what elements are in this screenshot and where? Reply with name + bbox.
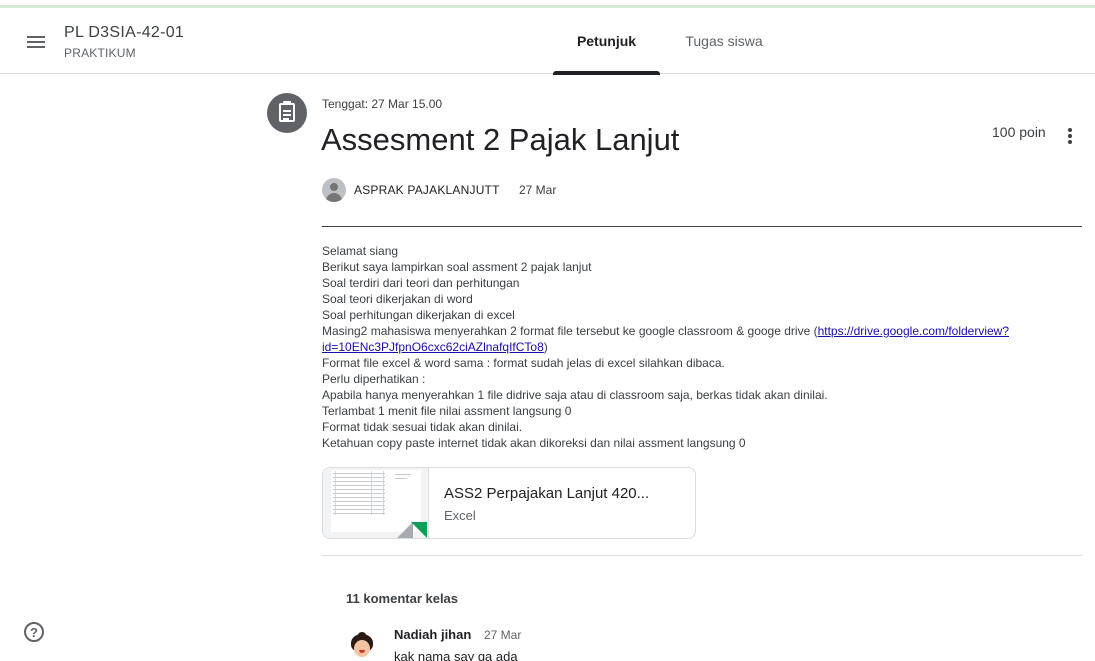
spreadsheet-thumbnail [323, 468, 429, 538]
header-divider [322, 226, 1082, 227]
description-line: Terlambat 1 menit file nilai assment lan… [322, 404, 572, 418]
author-name: ASPRAK PAJAKLANJUTT [354, 183, 500, 197]
description-line: Soal perhitungan dikerjakan di excel [322, 308, 515, 322]
attachment-type: Excel [444, 508, 476, 523]
assignment-title: Assesment 2 Pajak Lanjut [321, 122, 680, 157]
description-line: Berikut saya lampirkan soal assment 2 pa… [322, 260, 592, 274]
description-line: Ketahuan copy paste internet tidak akan … [322, 436, 746, 450]
browser-top-strip [0, 0, 1095, 8]
link-suffix: ) [543, 340, 548, 354]
points: 100 poin [992, 124, 1046, 140]
description-line: Soal teori dikerjakan di word [322, 292, 473, 306]
menu-icon[interactable] [22, 28, 50, 56]
comment-date: 27 Mar [484, 628, 522, 642]
attachment-card[interactable]: ASS2 Perpajakan Lanjut 420... Excel [322, 467, 696, 539]
comments-divider [322, 555, 1082, 556]
commenter-avatar [348, 632, 376, 661]
assignment-description: Selamat siang Berikut saya lampirkan soa… [322, 243, 1067, 451]
description-line: Apabila hanya menyerahkan 1 file didrive… [322, 388, 828, 402]
posted-date: 27 Mar [519, 183, 557, 197]
attachment-name: ASS2 Perpajakan Lanjut 420... [444, 485, 650, 502]
drive-link-continued[interactable]: id=10ENc3PJfpnO6cxc62ciAZlnafqIfCTo8 [322, 340, 544, 354]
more-options-icon[interactable] [1060, 124, 1080, 148]
due-date: Tenggat: 27 Mar 15.00 [322, 97, 443, 111]
link-prefix: Masing2 mahasiswa menyerahkan 2 format f… [322, 324, 818, 338]
description-line-with-link: Masing2 mahasiswa menyerahkan 2 format f… [322, 323, 1067, 355]
class-comments-count[interactable]: 11 komentar kelas [346, 591, 458, 606]
class-name[interactable]: PL D3SIA-42-01 [64, 24, 184, 42]
description-line: Format file excel & word sama : format s… [322, 356, 725, 370]
comment-text: kak nama say ga ada [394, 649, 518, 661]
tab-tugas-siswa[interactable]: Tugas siswa [668, 8, 780, 74]
comment-author: Nadiah jihan [394, 627, 472, 642]
drive-link[interactable]: https://drive.google.com/folderview? [818, 324, 1009, 338]
description-line: Perlu diperhatikan : [322, 372, 426, 386]
description-line: Selamat siang [322, 244, 399, 258]
assignment-icon [267, 93, 307, 133]
tab-petunjuk[interactable]: Petunjuk [553, 8, 660, 75]
app-bar: PL D3SIA-42-01 PRAKTIKUM Petunjuk Tugas … [0, 8, 1095, 75]
description-line: Format tidak sesuai tidak akan dinilai. [322, 420, 523, 434]
active-tab-indicator [553, 71, 660, 75]
tab-label: Petunjuk [576, 33, 637, 49]
excel-icon [411, 522, 427, 538]
class-section: PRAKTIKUM [64, 46, 136, 60]
author-avatar [322, 178, 346, 202]
tab-label: Tugas siswa [685, 33, 763, 49]
help-icon[interactable]: ? [24, 622, 44, 642]
description-line: Soal terdiri dari teori dan perhitungan [322, 276, 520, 290]
